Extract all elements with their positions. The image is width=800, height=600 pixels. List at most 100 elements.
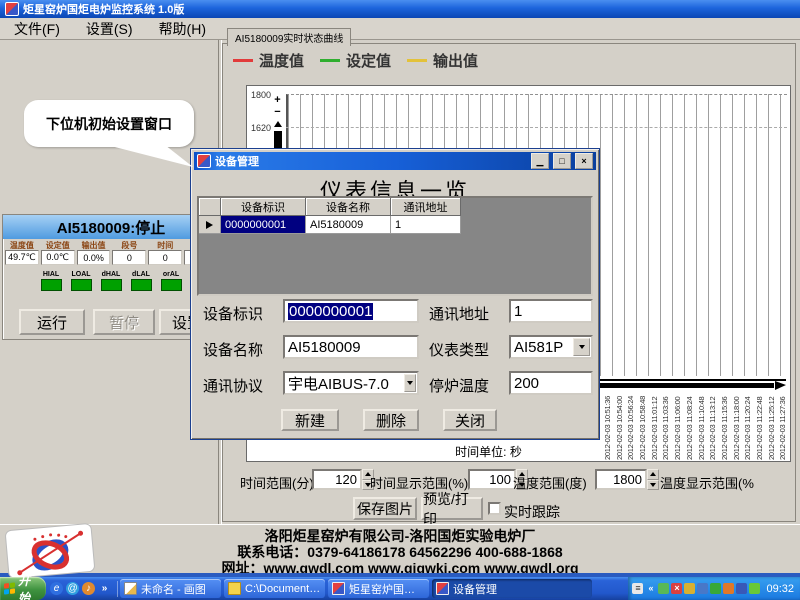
language-bar-icon[interactable]: ≡ [632,583,643,594]
app-title: 矩星窑炉国炬电炉监控系统 1.0版 [23,1,184,17]
device-id-input[interactable]: 0000000001 [283,299,419,323]
realtime-track-checkbox[interactable] [488,502,501,515]
optimizer-icon[interactable] [749,583,760,594]
safety-status-icon[interactable] [710,583,721,594]
start-button[interactable]: 开始 [0,577,46,600]
disk-tool-icon[interactable] [736,583,747,594]
stop-temp-input[interactable]: 200 [509,371,593,395]
tab-realtime-curve[interactable]: AI5180009实时状态曲线 [227,28,351,46]
run-button[interactable]: 运行 [19,309,85,335]
task-device-manager[interactable]: 设备管理 [432,579,592,598]
alarm-lamp [71,279,92,291]
device-table[interactable]: 设备标识 设备名称 通讯地址 0000000001 AI5180009 1 [197,196,593,296]
desktop: 矩星窑炉国炬电炉监控系统 1.0版 文件(F) 设置(S) 帮助(H) AI51… [0,0,800,600]
network-status-icon[interactable] [684,583,695,594]
company-name: 洛阳炬星窑炉有限公司-洛阳国炬实验电炉厂 [265,528,536,544]
alarm-oral: orAL [161,271,182,291]
zoom-in-icon[interactable]: + [274,94,280,106]
volume-muted-icon[interactable]: × [671,583,682,594]
device-fields: 温度值 49.7℃ 设定值 0.0℃ 输出值 0.0% 段号 0 时间 0 累时… [3,239,219,265]
dialog-titlebar[interactable]: 设备管理 ▁ □ × [194,152,596,170]
cell-comm-address[interactable]: 1 [391,216,461,234]
meter-type-label: 仪表类型 [429,339,489,360]
task-buttons: 未命名 - 画图 C:\Documents and Se... 矩星窑炉国炬电炉… [120,577,592,600]
maximize-button[interactable]: □ [553,153,571,169]
media-player-icon[interactable]: ♪ [82,582,95,595]
menu-bar: 文件(F) 设置(S) 帮助(H) [0,18,800,40]
temp-range-value[interactable]: 1800 [595,469,647,490]
menu-file[interactable]: 文件(F) [14,19,60,39]
time-axis-label: 2012-02-03 11:22:48 [755,390,767,460]
field-time: 时间 0 [148,241,182,265]
alarm-lamp [131,279,152,291]
column-header[interactable]: 通讯地址 [391,198,461,216]
task-paint[interactable]: 未命名 - 画图 [120,579,221,598]
app-window-icon [5,2,19,16]
temp-range-label: 温度范围(度) [513,473,587,492]
device-name-input[interactable]: AI5180009 [283,335,419,359]
alarm-lamp [161,279,182,291]
close-button[interactable]: 关闭 [443,409,497,431]
minimize-button[interactable]: ▁ [531,153,549,169]
time-range-value[interactable]: 120 [312,469,362,490]
cell-device-name[interactable]: AI5180009 [306,216,391,234]
quick-launch: e@♪» [46,577,115,600]
temp-display-range-label: 温度显示范围(% [660,473,754,492]
step-down-icon[interactable] [647,480,659,491]
time-axis-label: 2012-02-03 11:18:00 [732,390,744,460]
antivirus-icon[interactable] [658,583,669,594]
app-titlebar[interactable]: 矩星窑炉国炬电炉监控系统 1.0版 [0,0,800,18]
pause-button[interactable]: 暂停 [93,309,155,335]
preview-print-button[interactable]: 预览/打印 [421,497,483,520]
chevron-down-icon[interactable] [573,338,590,356]
task-explorer[interactable]: C:\Documents and Se... [224,579,325,598]
temp-range-stepper[interactable]: 1800 [595,469,659,490]
scroll-up-icon[interactable] [274,121,282,127]
app-icon [436,582,449,595]
collapse-chevron-icon[interactable]: « [645,583,656,594]
comm-address-label: 通讯地址 [429,303,489,324]
table-row[interactable]: 0000000001 AI5180009 1 [199,216,591,234]
time-range-stepper[interactable]: 120 [312,469,374,490]
dialog-title: 设备管理 [215,153,527,169]
field-temperature: 温度值 49.7℃ [5,241,39,265]
menu-help[interactable]: 帮助(H) [159,19,206,39]
signal-strength-icon[interactable] [697,583,708,594]
outlook-icon[interactable]: @ [66,582,79,595]
time-display-range-value[interactable]: 100 [468,469,516,490]
task-monitor-app[interactable]: 矩星窑炉国炬电炉监... [328,579,429,598]
update-icon[interactable] [723,583,734,594]
row-selector-cell[interactable] [199,216,221,234]
zoom-out-icon[interactable]: − [274,106,280,118]
device-name-label: 设备名称 [203,339,263,360]
scroll-right-icon[interactable] [775,381,786,390]
legend-temperature: 温度值 [233,50,304,71]
column-header[interactable]: 设备名称 [306,198,391,216]
taskbar-clock[interactable]: 09:32 [766,583,794,595]
chevron-down-icon[interactable] [404,374,416,392]
folder-icon [228,582,241,595]
protocol-select[interactable]: 宇电AIBUS-7.0 [283,371,419,395]
new-button[interactable]: 新建 [281,409,339,431]
meter-type-select[interactable]: AI581P [509,335,593,359]
menu-settings[interactable]: 设置(S) [86,19,133,39]
output-line-swatch [407,59,427,62]
more-chevron-icon[interactable]: » [98,582,111,595]
delete-button[interactable]: 删除 [363,409,419,431]
gridline [286,127,787,128]
save-image-button[interactable]: 保存图片 [353,497,417,520]
cell-device-id[interactable]: 0000000001 [221,216,306,234]
protocol-label: 通讯协议 [203,375,263,396]
comm-address-input[interactable]: 1 [509,299,593,323]
column-header[interactable]: 设备标识 [221,198,306,216]
callout-bubble: 下位机初始设置窗口 [24,100,194,147]
internet-explorer-icon[interactable]: e [50,582,63,595]
time-axis-label: 2012-02-03 11:25:12 [767,390,779,460]
footer: 洛阳炬星窑炉有限公司-洛阳国炬实验电炉厂 联系电话：0379-64186178 … [0,524,800,573]
time-range-label: 时间范围(分) [240,473,314,492]
alarm-dhal: dHAL [101,271,122,291]
step-up-icon[interactable] [647,469,659,480]
system-tray: 09:32 ≡« × [628,577,800,600]
alarm-loal: LOAL [71,271,92,291]
close-window-button[interactable]: × [575,153,593,169]
